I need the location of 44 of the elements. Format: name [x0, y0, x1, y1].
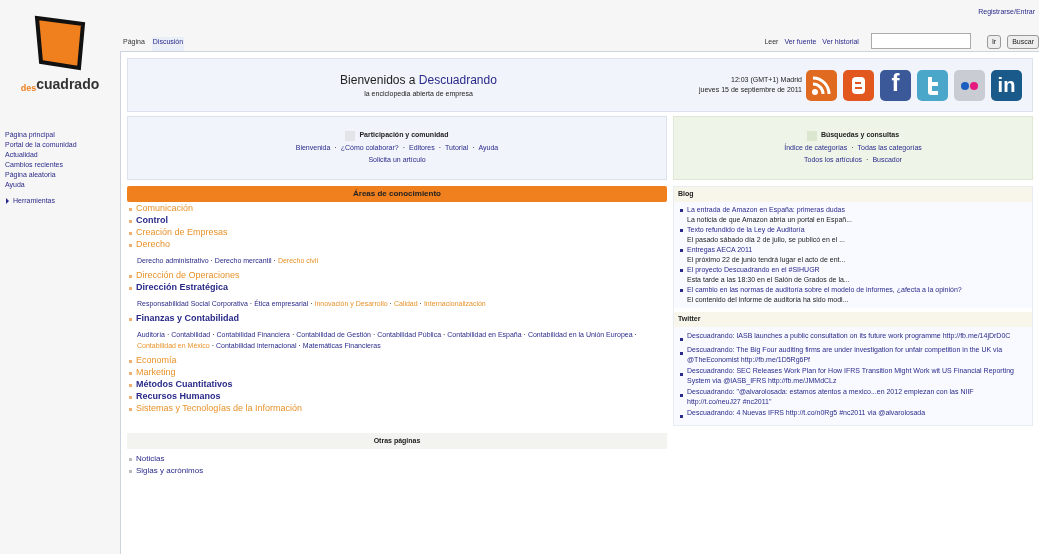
- bullet-icon: [680, 351, 683, 355]
- bullet-icon: [680, 372, 683, 376]
- area-link[interactable]: Métodos Cuantitativos: [136, 378, 233, 392]
- bullet-icon: [129, 207, 132, 211]
- bullet-icon: [129, 274, 132, 278]
- bullet-icon: [680, 414, 683, 418]
- caret-icon: [5, 198, 10, 205]
- area-link[interactable]: Control: [136, 214, 168, 228]
- facebook-icon[interactable]: f: [880, 69, 911, 101]
- bullet-icon: [129, 286, 132, 290]
- bullet-icon: [129, 219, 132, 223]
- area-link[interactable]: Finanzas y Contabilidad: [136, 312, 239, 326]
- area-link[interactable]: Dirección Estratégica: [136, 281, 229, 295]
- welcome-title: Bienvenidos a Descuadrando: [340, 71, 497, 89]
- bullet-icon: [129, 383, 132, 387]
- bullet-icon: [129, 407, 132, 411]
- bullet-icon: [129, 469, 132, 473]
- area-link[interactable]: Recursos Humanos: [136, 390, 221, 404]
- twitter-icon[interactable]: [917, 69, 948, 101]
- bullet-icon: [129, 243, 132, 247]
- blogger-icon[interactable]: [843, 69, 874, 101]
- logo-prefix: des: [20, 82, 37, 95]
- page-link[interactable]: Siglas y acrónimos: [136, 465, 204, 477]
- rss-icon[interactable]: [806, 69, 837, 101]
- bullet-icon: [129, 371, 132, 375]
- bullet-icon: [129, 457, 132, 461]
- logo-text: cuadrado: [36, 75, 100, 94]
- areas-header: Áreas de conocimiento: [127, 186, 667, 202]
- flickr-icon[interactable]: [954, 69, 985, 101]
- bullet-icon: [129, 359, 132, 363]
- bullet-icon: [680, 393, 683, 397]
- bullet-icon: [129, 395, 132, 399]
- linkedin-icon[interactable]: in: [991, 69, 1022, 101]
- bullet-icon: [680, 288, 683, 292]
- site-link[interactable]: Descuadrando: [418, 72, 497, 87]
- bullet-icon: [680, 208, 683, 212]
- bullet-icon: [680, 248, 683, 252]
- search-field[interactable]: [870, 33, 971, 49]
- bullet-icon: [680, 228, 683, 232]
- bullet-icon: [680, 337, 683, 341]
- page-link[interactable]: Noticias: [136, 453, 165, 465]
- bullet-icon: [680, 268, 683, 272]
- bullet-icon: [129, 317, 132, 321]
- bullet-icon: [129, 231, 132, 235]
